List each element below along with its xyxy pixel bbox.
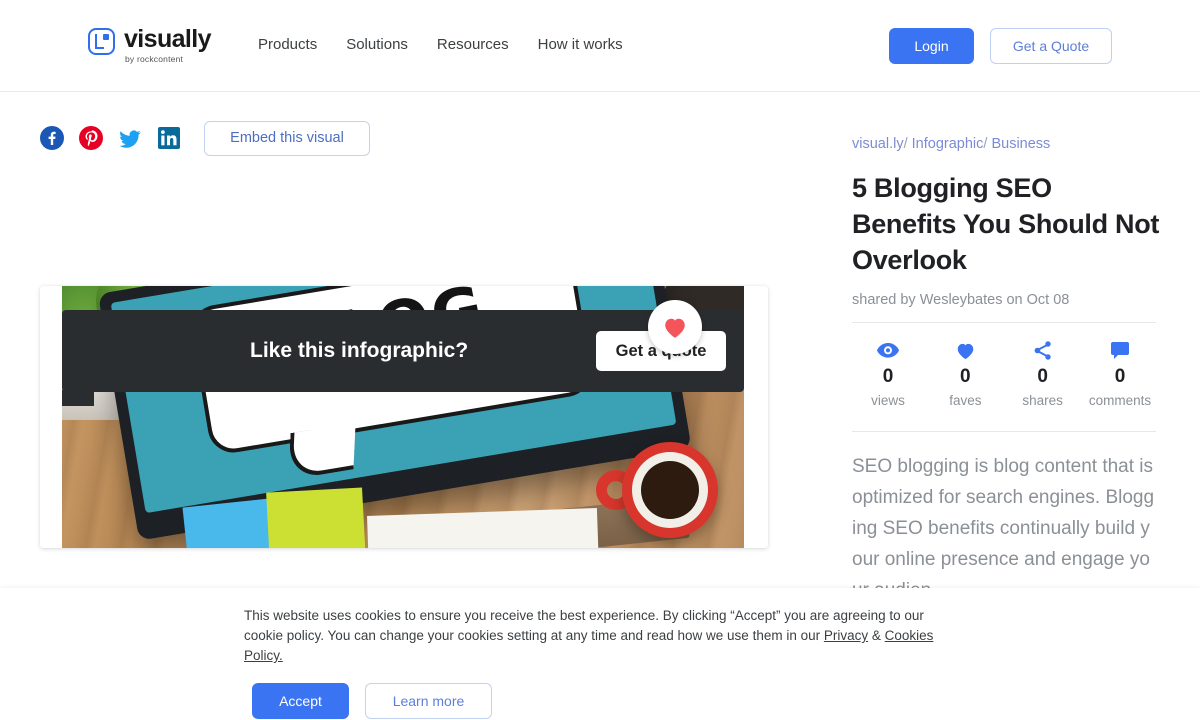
visual-description: SEO blogging is blog content that is opt…	[852, 431, 1156, 606]
coffee-mug	[622, 442, 718, 538]
privacy-link[interactable]: Privacy	[824, 628, 868, 643]
stat-shares-label: shares	[1022, 393, 1063, 408]
brand-name: visually	[124, 25, 212, 53]
stat-views-label: views	[871, 393, 905, 408]
shared-by-text: shared by Wesleybates on Oct 08	[852, 292, 1070, 308]
stat-shares[interactable]: 0 shares	[1007, 340, 1079, 408]
nav-item-resources[interactable]: Resources	[437, 36, 509, 53]
linkedin-icon[interactable]	[157, 126, 181, 150]
brand-text: visually by rockcontent	[124, 25, 212, 65]
breadcrumb-separator-2: /	[983, 136, 988, 152]
stat-faves[interactable]: 0 faves	[929, 340, 1001, 408]
main-nav: Products Solutions Resources How it work…	[258, 36, 623, 53]
cookie-text-amp: &	[868, 628, 885, 643]
breadcrumb: visual.ly/ Infographic/ Business	[852, 134, 1162, 154]
heart-icon	[665, 318, 685, 338]
heart-icon	[955, 340, 976, 360]
cookie-consent-banner: This website uses cookies to ensure you …	[0, 588, 1200, 720]
details-column: visual.ly/ Infographic/ Business 5 Blogg…	[852, 134, 1162, 606]
like-infographic-cta: Like this infographic? Get a quote	[62, 310, 744, 406]
brand-logo[interactable]: visually by rockcontent	[88, 25, 212, 65]
visual-card: Like this infographic? Get a quote	[40, 286, 768, 548]
sticky-note-green	[266, 487, 366, 548]
share-icon	[1034, 340, 1052, 360]
get-a-quote-button[interactable]: Get a Quote	[990, 28, 1112, 64]
breadcrumb-separator-1: /	[903, 136, 908, 152]
cookie-consent-text: This website uses cookies to ensure you …	[244, 606, 956, 666]
embed-visual-button[interactable]: Embed this visual	[204, 120, 370, 156]
learn-more-button[interactable]: Learn more	[365, 683, 492, 719]
stat-comments-label: comments	[1088, 393, 1152, 408]
facebook-icon[interactable]	[40, 126, 64, 150]
accept-cookies-button[interactable]: Accept	[252, 683, 349, 719]
comment-icon	[1110, 340, 1130, 360]
page-root: visually by rockcontent Products Solutio…	[0, 0, 1200, 720]
site-header: visually by rockcontent Products Solutio…	[0, 0, 1200, 92]
nav-item-solutions[interactable]: Solutions	[346, 36, 408, 53]
nav-item-how-it-works[interactable]: How it works	[538, 36, 623, 53]
page-title: 5 Blogging SEO Benefits You Should Not O…	[852, 173, 1160, 275]
share-bar: Embed this visual	[40, 120, 770, 156]
nav-item-products[interactable]: Products	[258, 36, 317, 53]
cta-text: Like this infographic?	[250, 339, 469, 362]
pinterest-icon[interactable]	[79, 126, 103, 150]
cookie-text-body: This website uses cookies to ensure you …	[244, 608, 924, 643]
stat-comments-value: 0	[1114, 366, 1126, 387]
cookie-actions: Accept Learn more	[244, 683, 956, 719]
eye-icon	[877, 340, 899, 360]
brand-tagline: by rockcontent	[125, 54, 184, 64]
paper-sheet	[367, 508, 599, 548]
twitter-icon[interactable]	[118, 126, 142, 150]
stat-faves-label: faves	[949, 393, 982, 408]
favorite-button[interactable]	[648, 300, 702, 354]
stat-views[interactable]: 0 views	[852, 340, 924, 408]
visual-column: Embed this visual Like this infographic?…	[40, 120, 770, 548]
stat-views-value: 0	[882, 366, 894, 387]
visually-logo-icon	[88, 28, 115, 55]
stat-comments[interactable]: 0 comments	[1084, 340, 1156, 408]
header-actions: Login Get a Quote	[889, 28, 1112, 64]
breadcrumb-item-type[interactable]: Infographic	[912, 136, 984, 152]
breadcrumb-item-site[interactable]: visual.ly	[852, 136, 904, 152]
login-button[interactable]: Login	[889, 28, 974, 64]
stat-faves-value: 0	[960, 366, 971, 387]
stats-row: 0 views 0 faves 0 shares 0 comments	[852, 322, 1156, 408]
stat-shares-value: 0	[1037, 366, 1048, 387]
breadcrumb-item-category[interactable]: Business	[991, 136, 1050, 152]
